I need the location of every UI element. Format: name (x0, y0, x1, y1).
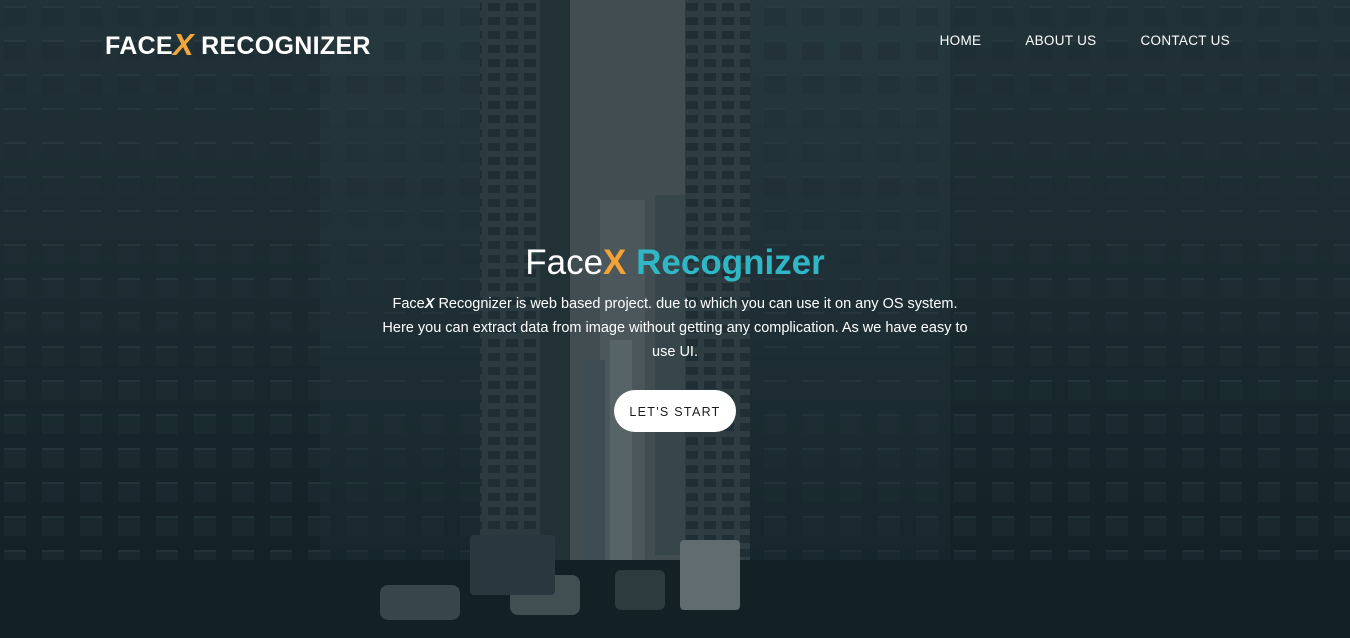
brand-suffix: RECOGNIZER (193, 32, 371, 60)
hero-desc-x: X (424, 296, 435, 312)
hero-desc-prefix: Face (392, 296, 425, 312)
hero-section: FACEX RECOGNIZER HOME ABOUT US CONTACT U… (0, 0, 1350, 638)
brand-x: X (172, 27, 194, 62)
nav-home-link[interactable]: HOME (940, 33, 982, 48)
hero-desc-rest: Recognizer is web based project. due to … (382, 296, 968, 360)
main-nav: HOME ABOUT US CONTACT US (896, 33, 1230, 48)
nav-about-link[interactable]: ABOUT US (1025, 33, 1096, 48)
hero-title: FaceX Recognizer (375, 240, 975, 286)
hero-title-x: X (603, 243, 627, 282)
hero-description: FaceX Recognizer is web based project. d… (380, 292, 970, 364)
hero-title-prefix: Face (525, 243, 604, 282)
nav-contact-link[interactable]: CONTACT US (1140, 33, 1230, 48)
hero-title-suffix: Recognizer (626, 243, 825, 282)
hero-content: FaceX Recognizer FaceX Recognizer is web… (375, 240, 975, 432)
brand-prefix: FACE (105, 32, 173, 60)
lets-start-button[interactable]: LET'S START (614, 390, 736, 432)
brand-logo[interactable]: FACEX RECOGNIZER (105, 26, 371, 62)
